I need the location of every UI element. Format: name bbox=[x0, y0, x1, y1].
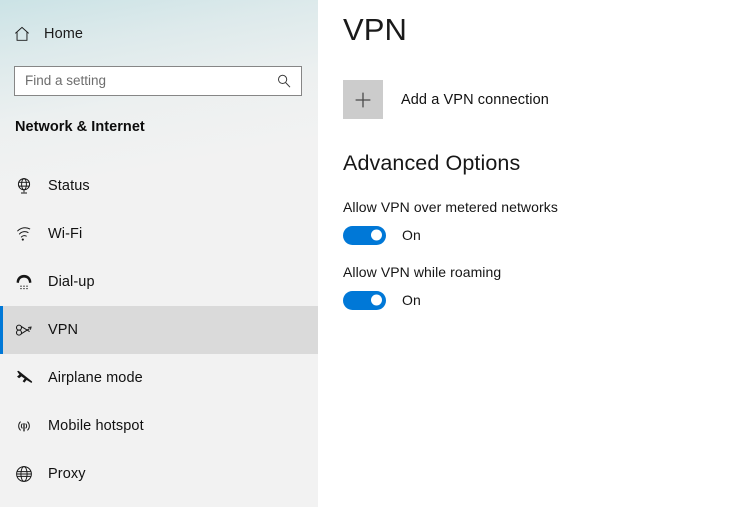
vpn-roaming-toggle[interactable] bbox=[343, 290, 386, 310]
search-icon[interactable] bbox=[276, 73, 301, 89]
home-icon bbox=[13, 25, 31, 43]
settings-window: Home Network & Internet bbox=[0, 0, 750, 507]
add-vpn-label: Add a VPN connection bbox=[401, 91, 549, 108]
sidebar-item-airplane-mode[interactable]: Airplane mode bbox=[0, 354, 318, 402]
broadcast-icon bbox=[14, 416, 48, 436]
option-vpn-while-roaming: Allow VPN while roaming On bbox=[343, 264, 501, 310]
sidebar-item-label: VPN bbox=[48, 321, 79, 338]
wifi-icon bbox=[14, 224, 48, 244]
sidebar-item-wi-fi[interactable]: Wi-Fi bbox=[0, 210, 318, 258]
sidebar-item-mobile-hotspot[interactable]: Mobile hotspot bbox=[0, 402, 318, 450]
home-link[interactable]: Home bbox=[13, 19, 89, 49]
toggle-row[interactable]: On bbox=[343, 225, 558, 245]
settings-sidebar: Home Network & Internet bbox=[0, 0, 318, 507]
globe-monitor-icon bbox=[14, 176, 48, 196]
airplane-icon bbox=[14, 368, 48, 388]
search-input[interactable] bbox=[15, 68, 276, 94]
phone-handset-icon bbox=[14, 272, 48, 292]
toggle-knob bbox=[371, 294, 382, 306]
category-heading: Network & Internet bbox=[15, 119, 145, 135]
content-area: VPN Add a VPN connection Advanced Option… bbox=[318, 0, 750, 507]
option-metered-networks: Allow VPN over metered networks On bbox=[343, 199, 558, 245]
metered-networks-toggle[interactable] bbox=[343, 225, 386, 245]
globe-icon bbox=[14, 464, 48, 484]
sidebar-item-proxy[interactable]: Proxy bbox=[0, 450, 318, 498]
search-box[interactable] bbox=[14, 66, 302, 96]
advanced-options-heading: Advanced Options bbox=[343, 151, 521, 175]
option-label: Allow VPN over metered networks bbox=[343, 199, 558, 215]
toggle-state-label: On bbox=[402, 292, 421, 309]
toggle-row[interactable]: On bbox=[343, 290, 501, 310]
sidebar-item-label: Dial-up bbox=[48, 273, 95, 290]
home-label: Home bbox=[44, 25, 84, 42]
option-label: Allow VPN while roaming bbox=[343, 264, 502, 280]
sidebar-nav: Status Wi-Fi Dial-up VPN Airplane mode M… bbox=[0, 162, 318, 498]
add-vpn-icon-box[interactable] bbox=[343, 80, 383, 119]
vpn-key-icon bbox=[14, 320, 48, 340]
add-vpn-connection-button[interactable]: Add a VPN connection bbox=[343, 80, 549, 119]
sidebar-item-dial-up[interactable]: Dial-up bbox=[0, 258, 318, 306]
sidebar-item-label: Wi-Fi bbox=[48, 225, 83, 242]
sidebar-item-label: Proxy bbox=[48, 465, 86, 482]
sidebar-item-label: Mobile hotspot bbox=[48, 417, 144, 434]
sidebar-item-label: Status bbox=[48, 177, 90, 194]
toggle-state-label: On bbox=[402, 227, 421, 244]
toggle-knob bbox=[371, 229, 382, 241]
page-title: VPN bbox=[343, 12, 408, 47]
sidebar-item-label: Airplane mode bbox=[48, 369, 143, 386]
sidebar-item-vpn[interactable]: VPN bbox=[0, 306, 318, 354]
sidebar-item-status[interactable]: Status bbox=[0, 162, 318, 210]
